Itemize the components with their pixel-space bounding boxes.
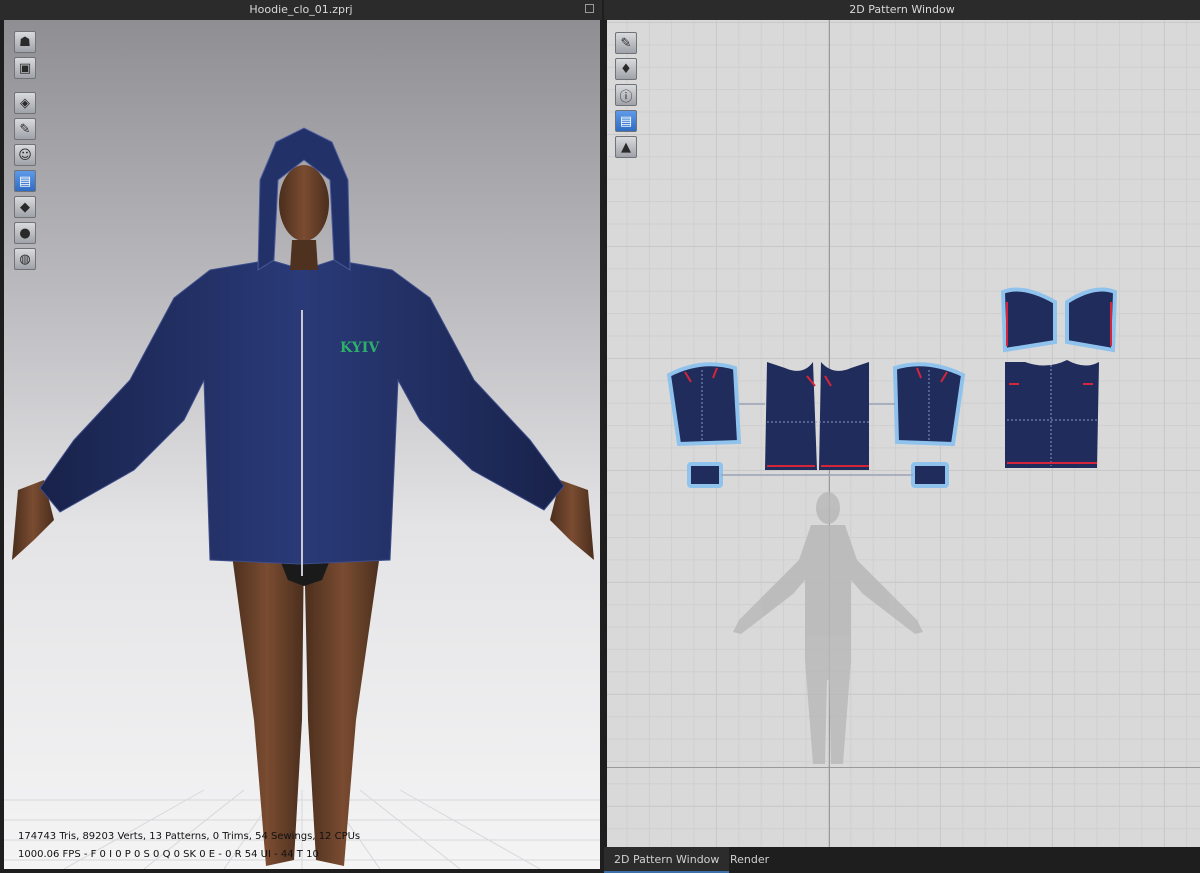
show-garment-icon[interactable]: ◈ xyxy=(14,92,36,114)
2d-window-title: 2D Pattern Window xyxy=(604,0,1200,20)
texture-mode-icon[interactable]: ▤ xyxy=(14,170,36,192)
show-avatar-icon[interactable]: ☺ xyxy=(14,144,36,166)
hoodie-brand-text: KYIV xyxy=(340,340,380,356)
thickness-icon[interactable]: ◆ xyxy=(14,196,36,218)
3d-window-title: Hoodie_clo_01.zprj xyxy=(0,0,602,20)
2d-pattern-window: 2D Pattern Window ✎ ♦ ⓘ ▤ ▲ 2D Pattern W… xyxy=(604,0,1200,873)
expand-icon[interactable] xyxy=(585,4,594,13)
3d-window: Hoodie_clo_01.zprj KYIV ☗ ▣ ◈ ✎ ☺ ▤ ◆ ● … xyxy=(0,0,602,873)
display-pattern-icon[interactable]: ▤ xyxy=(615,110,637,132)
tab-2d-pattern-window[interactable]: 2D Pattern Window xyxy=(604,847,730,873)
lock-icon[interactable]: ▲ xyxy=(615,136,637,158)
edit-pattern-icon[interactable]: ✎ xyxy=(615,32,637,54)
skin-icon[interactable]: ● xyxy=(14,222,36,244)
avatar-figure[interactable] xyxy=(4,20,600,869)
bottom-tab-bar: 2D Pattern Window Render xyxy=(604,847,1200,873)
garment-display-icon[interactable]: ▣ xyxy=(14,57,36,79)
pattern-pieces[interactable] xyxy=(607,20,1200,847)
3d-viewport[interactable]: KYIV ☗ ▣ ◈ ✎ ☺ ▤ ◆ ● ◍ 174743 Tris, 8920… xyxy=(4,20,600,869)
pattern-shirt-icon[interactable]: ♦ xyxy=(615,58,637,80)
scene-stats: 174743 Tris, 89203 Verts, 13 Patterns, 0… xyxy=(18,831,361,842)
avatar-display-icon[interactable]: ☗ xyxy=(14,31,36,53)
info-icon[interactable]: ⓘ xyxy=(615,84,637,106)
2d-pattern-canvas[interactable]: ✎ ♦ ⓘ ▤ ▲ xyxy=(607,20,1200,847)
world-icon[interactable]: ◍ xyxy=(14,248,36,270)
show-fabric-icon[interactable]: ✎ xyxy=(14,118,36,140)
performance-stats: 1000.06 FPS - F 0 I 0 P 0 S 0 Q 0 SK 0 E… xyxy=(18,849,319,860)
tab-render[interactable]: Render xyxy=(720,847,779,873)
